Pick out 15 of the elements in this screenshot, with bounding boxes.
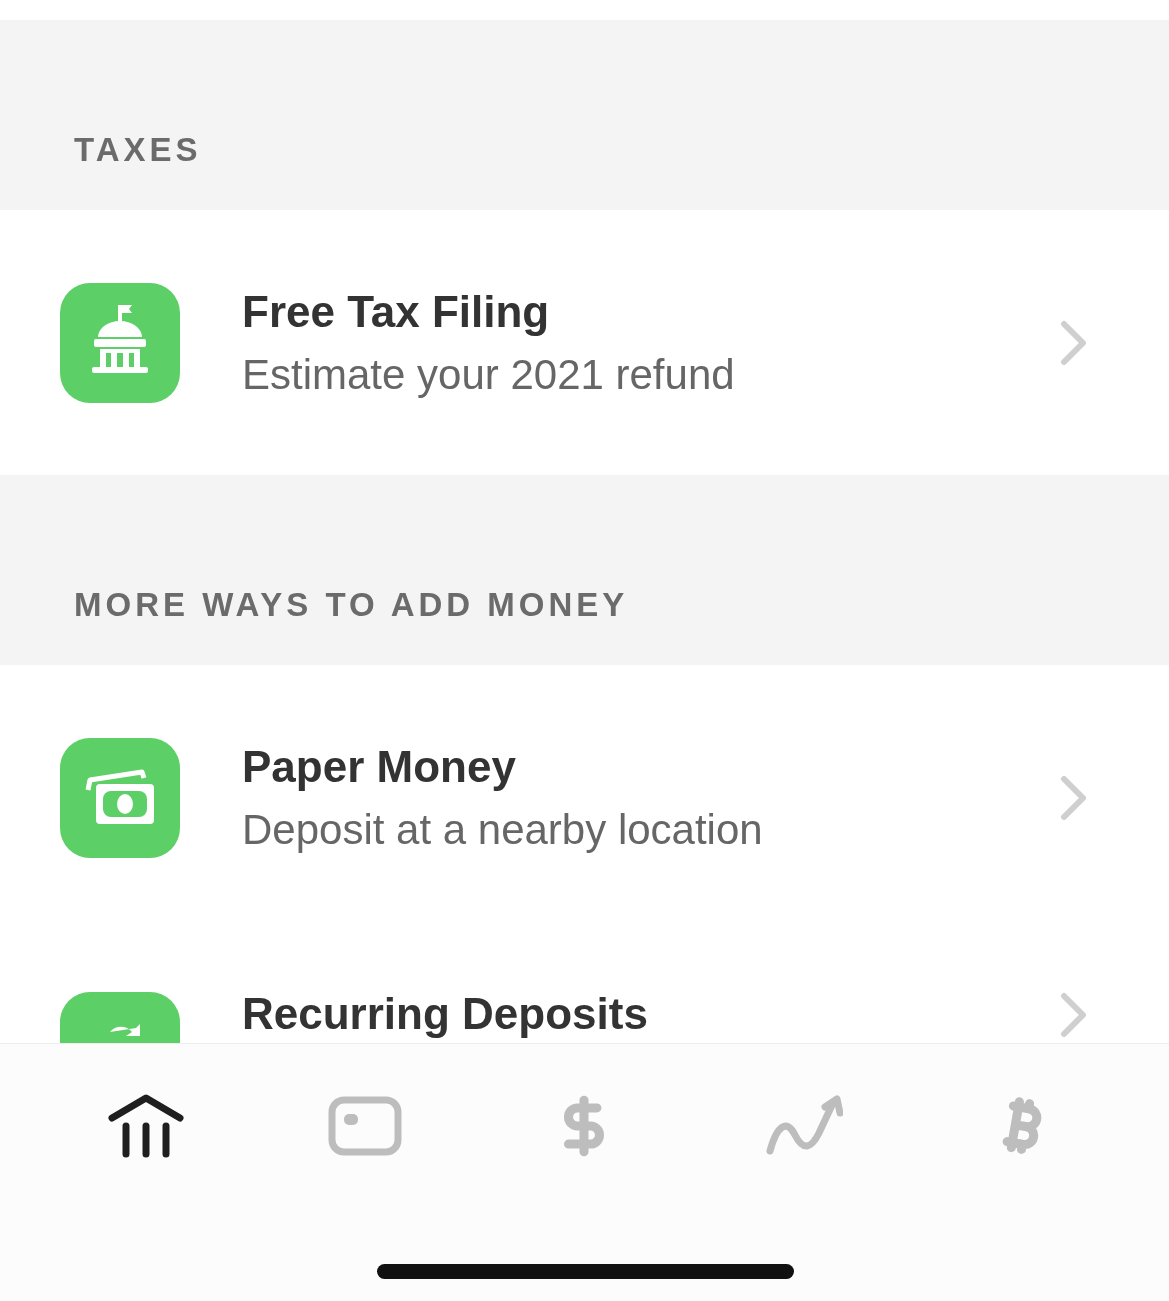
bank-icon	[107, 1094, 184, 1158]
chevron-right-icon	[1059, 774, 1089, 821]
banknote-icon	[60, 737, 180, 858]
chevron-right-icon	[1059, 992, 1089, 1038]
card-icon	[328, 1096, 403, 1156]
row-title: Paper Money	[242, 740, 517, 793]
row-title: Recurring Deposits	[242, 992, 649, 1036]
section-header: TAXES	[74, 129, 202, 170]
row-title: Free Tax Filing	[242, 285, 551, 338]
trend-arrow-icon	[764, 1095, 843, 1157]
chevron-right-icon	[1059, 319, 1089, 366]
row-subtitle: Estimate your 2021 refund	[242, 349, 736, 400]
courthouse-icon	[60, 282, 180, 403]
section-header: MORE WAYS TO ADD MONEY	[74, 584, 629, 625]
row-subtitle: Deposit at a nearby location	[242, 804, 764, 855]
